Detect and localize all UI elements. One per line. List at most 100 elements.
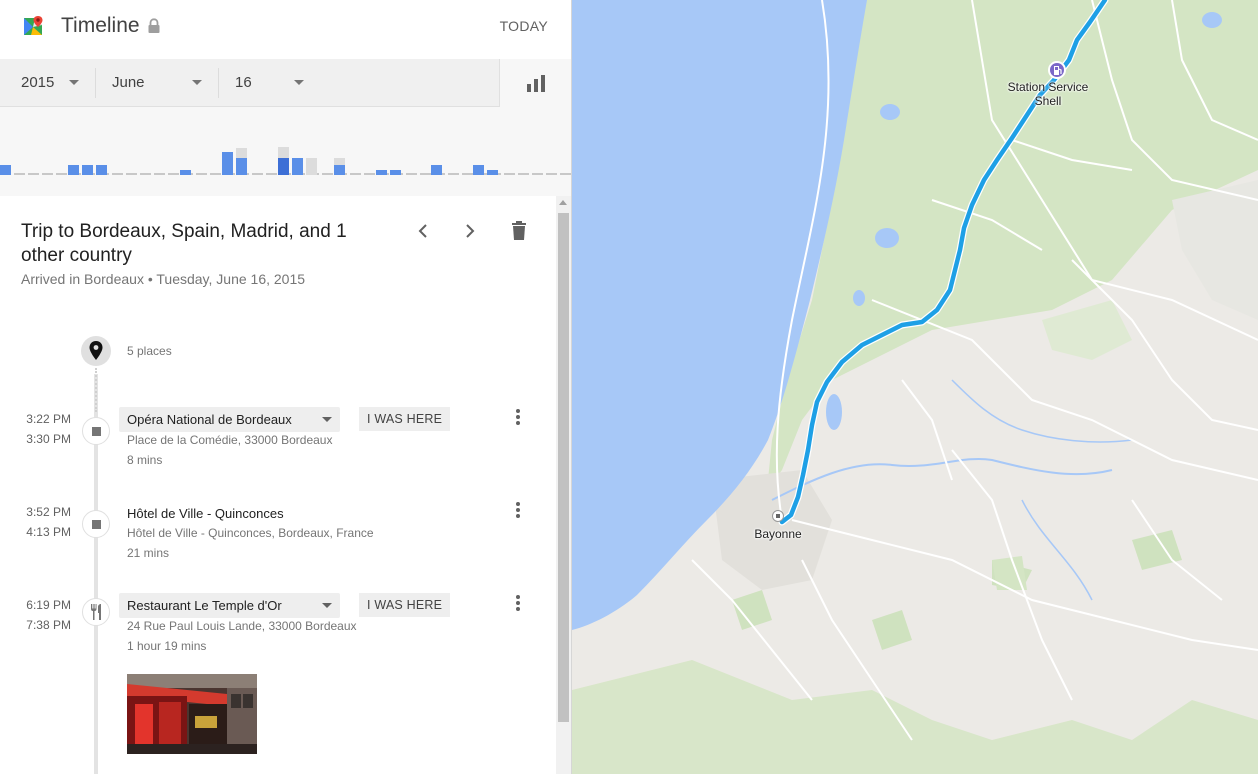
place-name: Opéra National de Bordeaux xyxy=(127,412,292,427)
chevron-down-icon xyxy=(322,417,332,422)
place-address: Place de la Comédie, 33000 Bordeaux xyxy=(127,433,333,447)
timeline-panel: Timeline TODAY 2015 June 16 Trip to Bord… xyxy=(0,0,572,774)
place-name-dropdown[interactable]: Restaurant Le Temple d'Or xyxy=(119,593,340,618)
histogram-baseline-tick xyxy=(364,173,375,175)
more-options-icon[interactable] xyxy=(512,501,524,521)
more-options-icon[interactable] xyxy=(512,594,524,614)
histogram-baseline-tick xyxy=(168,173,179,175)
histogram-bar[interactable] xyxy=(278,158,289,175)
histogram-bar[interactable] xyxy=(292,158,303,175)
histogram-bar[interactable] xyxy=(431,165,442,175)
histogram-baseline-tick xyxy=(56,173,67,175)
histogram-baseline-tick xyxy=(546,173,557,175)
histogram-bar[interactable] xyxy=(0,165,11,175)
i-was-here-button[interactable]: I WAS HERE xyxy=(359,407,451,431)
month-select[interactable]: June xyxy=(91,59,218,106)
delete-icon[interactable] xyxy=(507,219,531,243)
histogram-bar[interactable] xyxy=(306,158,317,175)
histogram-bar[interactable] xyxy=(236,158,247,175)
histogram-bar[interactable] xyxy=(68,165,79,175)
scrollbar-thumb[interactable] xyxy=(558,213,569,722)
histogram-baseline-tick xyxy=(532,173,543,175)
start-time: 3:22 PM xyxy=(26,412,71,426)
more-options-icon[interactable] xyxy=(512,408,524,428)
histogram-chart xyxy=(0,147,571,175)
histogram-baseline-tick xyxy=(504,173,515,175)
square-stop-icon xyxy=(92,520,101,529)
start-time: 6:19 PM xyxy=(26,598,71,612)
histogram-bar[interactable] xyxy=(222,152,233,175)
stop-node xyxy=(82,510,110,538)
i-was-here-button[interactable]: I WAS HERE xyxy=(359,593,451,617)
chevron-down-icon xyxy=(294,80,304,85)
city-marker[interactable] xyxy=(772,510,784,522)
station-label[interactable]: Station Service Shell xyxy=(1000,80,1096,108)
histogram-baseline-tick xyxy=(210,173,221,175)
app-header: Timeline TODAY xyxy=(0,0,571,59)
location-pin-icon xyxy=(89,341,103,360)
stats-button[interactable] xyxy=(499,59,571,107)
end-time: 4:13 PM xyxy=(26,525,71,539)
restaurant-photo-image xyxy=(127,674,257,754)
place-name-dropdown[interactable]: Opéra National de Bordeaux xyxy=(119,407,340,432)
stop-node xyxy=(82,417,110,445)
histogram-baseline-tick xyxy=(154,173,165,175)
histogram-baseline-tick xyxy=(560,173,571,175)
chevron-right-icon[interactable] xyxy=(458,219,482,243)
chevron-down-icon xyxy=(69,80,79,85)
month-value: June xyxy=(112,74,145,91)
day-select[interactable]: 16 xyxy=(214,59,324,106)
places-marker xyxy=(81,336,111,366)
histogram-baseline-tick xyxy=(406,173,417,175)
histogram-baseline-tick xyxy=(448,173,459,175)
google-maps-logo-icon xyxy=(24,16,43,35)
histogram-bar[interactable] xyxy=(96,165,107,175)
stay-duration: 8 mins xyxy=(127,453,163,467)
histogram-baseline-tick xyxy=(140,173,151,175)
end-time: 3:30 PM xyxy=(26,432,71,446)
place-name: Restaurant Le Temple d'Or xyxy=(127,598,282,613)
lock-icon xyxy=(148,18,160,33)
activity-histogram[interactable] xyxy=(0,107,571,196)
stop-node xyxy=(82,598,110,626)
place-address: Hôtel de Ville - Quinconces, Bordeaux, F… xyxy=(127,526,374,540)
place-photo[interactable] xyxy=(127,674,257,754)
histogram-baseline-tick xyxy=(322,173,333,175)
city-label[interactable]: Bayonne xyxy=(748,527,808,541)
histogram-bar[interactable] xyxy=(390,170,401,175)
square-stop-icon xyxy=(92,427,101,436)
restaurant-icon xyxy=(91,604,101,620)
histogram-baseline-tick xyxy=(518,173,529,175)
trip-title: Trip to Bordeaux, Spain, Madrid, and 1 o… xyxy=(21,221,347,266)
histogram-baseline-tick xyxy=(14,173,25,175)
gas-station-marker[interactable] xyxy=(1048,61,1066,79)
histogram-baseline-tick xyxy=(28,173,39,175)
histogram-bar[interactable] xyxy=(180,170,191,175)
histogram-bar[interactable] xyxy=(82,165,93,175)
chevron-left-icon[interactable] xyxy=(411,219,435,243)
today-button[interactable]: TODAY xyxy=(500,18,548,34)
histogram-bar[interactable] xyxy=(376,170,387,175)
gas-station-icon xyxy=(1054,66,1062,75)
day-value: 16 xyxy=(235,74,252,91)
histogram-bar[interactable] xyxy=(334,165,345,175)
histogram-baseline-tick xyxy=(196,173,207,175)
place-name[interactable]: Hôtel de Ville - Quinconces xyxy=(127,506,284,521)
chevron-down-icon xyxy=(322,603,332,608)
chevron-down-icon xyxy=(192,80,202,85)
scroll-up-arrow-icon[interactable] xyxy=(559,200,567,205)
histogram-baseline-tick xyxy=(252,173,263,175)
page-title: Timeline xyxy=(61,14,140,37)
map-view[interactable]: Station Service Shell Bayonne xyxy=(572,0,1258,774)
histogram-bar[interactable] xyxy=(473,165,484,175)
timeline-dotted-segment xyxy=(95,368,97,412)
histogram-baseline-tick xyxy=(266,173,277,175)
place-address: 24 Rue Paul Louis Lande, 33000 Bordeaux xyxy=(127,619,357,633)
stay-duration: 21 mins xyxy=(127,546,170,560)
bar-chart-icon xyxy=(527,75,545,92)
year-select[interactable]: 2015 xyxy=(0,59,95,106)
trip-subtitle: Arrived in Bordeaux • Tuesday, June 16, … xyxy=(21,271,306,287)
end-time: 7:38 PM xyxy=(26,618,71,632)
map-canvas xyxy=(572,0,1258,774)
histogram-bar[interactable] xyxy=(487,170,498,175)
